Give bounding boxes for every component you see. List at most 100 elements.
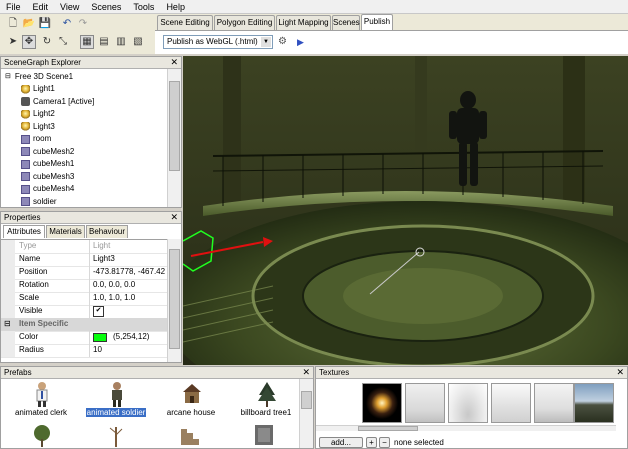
tab-polygon-editing[interactable]: Polygon Editing <box>214 15 275 30</box>
tree-item[interactable]: Light1 <box>21 83 55 95</box>
close-icon[interactable]: ✕ <box>616 367 624 378</box>
zoom-out-icon[interactable]: − <box>379 437 390 448</box>
editor-tab-bar: Scene Editing Polygon Editing Light Mapp… <box>155 14 628 30</box>
texture-thumbnail[interactable] <box>574 383 614 423</box>
tree-item[interactable]: Light3 <box>21 121 55 133</box>
prefab-animated-soldier[interactable]: animated soldier <box>81 381 151 429</box>
textures-header: Textures ✕ <box>316 367 627 379</box>
texture-thumbnail[interactable] <box>491 383 531 423</box>
tree-item[interactable]: cubeMesh2 <box>21 146 74 158</box>
tab-light-mapping[interactable]: Light Mapping <box>276 15 331 30</box>
properties-panel: Properties ✕ Attributes Materials Behavi… <box>0 211 182 363</box>
visible-checkbox[interactable]: ✔ <box>93 306 104 317</box>
texture-thumbnail[interactable] <box>405 383 445 423</box>
prefab-stairs-icon[interactable] <box>179 423 201 447</box>
rotate-tool-icon[interactable]: ↻ <box>40 35 54 49</box>
view-top-icon[interactable]: ▤ <box>97 35 111 49</box>
menu-edit[interactable]: Edit <box>27 0 55 14</box>
3d-viewport[interactable] <box>183 56 628 365</box>
add-texture-button[interactable]: add... <box>319 437 363 448</box>
property-value[interactable]: 1.0, 1.0, 1.0 <box>93 292 169 304</box>
tab-publish[interactable]: Publish <box>361 14 393 30</box>
tab-attributes[interactable]: Attributes <box>3 225 45 238</box>
property-value[interactable]: 0.0, 0.0, 0.0 <box>93 279 169 291</box>
menu-scenes[interactable]: Scenes <box>85 0 127 14</box>
property-row[interactable]: Name Light3 <box>1 253 169 267</box>
property-value[interactable]: -473.81778, -467.42 <box>93 266 169 278</box>
save-icon[interactable]: 💾 <box>38 17 52 31</box>
property-section-header[interactable]: ⊟ Item Specific <box>1 318 169 332</box>
prefab-billboard-tree1[interactable]: billboard tree1 <box>231 381 301 429</box>
tab-materials[interactable]: Materials <box>46 225 85 238</box>
tree-item[interactable]: cubeMesh1 <box>21 158 74 170</box>
menu-file[interactable]: File <box>0 0 27 14</box>
texture-thumbnail[interactable] <box>362 383 402 423</box>
close-icon[interactable]: ✕ <box>302 367 310 378</box>
move-tool-icon[interactable]: ✥ <box>22 35 36 49</box>
prefab-label: animated clerk <box>14 408 68 417</box>
menu-bar: File Edit View Scenes Tools Help <box>0 0 628 14</box>
tree-collapse-icon[interactable]: ⊟ <box>5 71 11 83</box>
close-icon[interactable]: ✕ <box>170 57 178 68</box>
property-row[interactable]: Type Light <box>1 240 169 254</box>
prefab-animated-clerk[interactable]: animated clerk <box>6 381 76 429</box>
light-icon <box>21 122 30 131</box>
prefab-bare-tree-icon[interactable] <box>105 423 127 447</box>
undo-icon[interactable]: ↶ <box>60 17 74 31</box>
property-key: Scale <box>19 293 40 302</box>
property-row[interactable]: Rotation 0.0, 0.0, 0.0 <box>1 279 169 293</box>
menu-view[interactable]: View <box>54 0 85 14</box>
tree-item-label: soldier <box>33 196 57 206</box>
gear-icon[interactable]: ⚙ <box>278 35 290 49</box>
play-icon[interactable]: ▶ <box>297 35 309 49</box>
tree-item[interactable]: soldier <box>21 196 57 208</box>
publish-toolbar: Publish as WebGL (.html) ▼ ⚙ ▶ <box>155 30 628 54</box>
menu-tools[interactable]: Tools <box>127 0 160 14</box>
property-value[interactable]: Light3 <box>93 253 169 265</box>
prefab-arcane-house[interactable]: arcane house <box>156 381 226 429</box>
tree-item[interactable]: room <box>21 133 51 145</box>
tab-behaviour[interactable]: Behaviour <box>86 225 128 238</box>
scenegraph-scrollbar[interactable] <box>167 69 181 207</box>
soldier-thumbnail-icon <box>112 382 122 407</box>
zoom-in-icon[interactable]: + <box>366 437 377 448</box>
property-row-color[interactable]: Color (5,254,12) <box>1 331 169 345</box>
textures-scrollbar[interactable] <box>316 425 616 431</box>
select-cursor-icon[interactable]: ➤ <box>6 35 20 49</box>
tree-item[interactable]: cubeMesh4 <box>21 183 74 195</box>
tab-scenes[interactable]: Scenes <box>332 15 360 30</box>
property-row[interactable]: Scale 1.0, 1.0, 1.0 <box>1 292 169 306</box>
property-value[interactable]: 10 <box>93 344 169 356</box>
property-row[interactable]: Position -473.81778, -467.42 <box>1 266 169 280</box>
properties-scrollbar[interactable] <box>167 239 181 362</box>
tree-item[interactable]: Camera1 [Active] <box>21 96 94 108</box>
property-key: Name <box>19 254 41 263</box>
open-folder-icon[interactable]: 📂 <box>22 17 36 31</box>
view-perspective-icon[interactable]: ▦ <box>80 35 94 49</box>
section-collapse-icon[interactable]: ⊟ <box>4 318 11 330</box>
redo-icon[interactable]: ↷ <box>76 17 90 31</box>
mesh-icon <box>21 159 30 169</box>
menu-help[interactable]: Help <box>160 0 191 14</box>
tree-item[interactable]: cubeMesh3 <box>21 171 74 183</box>
publish-target-select[interactable]: Publish as WebGL (.html) ▼ <box>163 35 273 49</box>
texture-selection-status: none selected <box>394 438 444 447</box>
view-front-icon[interactable]: ▥ <box>114 35 128 49</box>
tree-item[interactable]: Light2 <box>21 108 55 120</box>
prefab-label-selected: animated soldier <box>85 408 147 417</box>
prefab-wall-icon[interactable] <box>253 423 275 447</box>
scale-tool-icon[interactable]: ⤡ <box>56 35 70 49</box>
tree-root[interactable]: ⊟ Free 3D Scene1 <box>5 71 73 83</box>
texture-thumbnail[interactable] <box>534 383 574 423</box>
view-side-icon[interactable]: ▧ <box>131 35 145 49</box>
color-swatch[interactable] <box>93 333 107 342</box>
prefabs-scrollbar[interactable] <box>299 379 313 448</box>
prefab-tree-thumbnail-icon[interactable] <box>31 423 53 447</box>
property-row[interactable]: Visible ✔ <box>1 305 169 319</box>
property-row-radius[interactable]: Radius 10 <box>1 344 169 358</box>
tree-item-label: cubeMesh3 <box>33 171 75 181</box>
texture-thumbnail[interactable] <box>448 383 488 423</box>
close-icon[interactable]: ✕ <box>170 212 178 223</box>
new-file-icon[interactable]: 🗋 <box>6 17 20 31</box>
tab-scene-editing[interactable]: Scene Editing <box>157 15 213 30</box>
